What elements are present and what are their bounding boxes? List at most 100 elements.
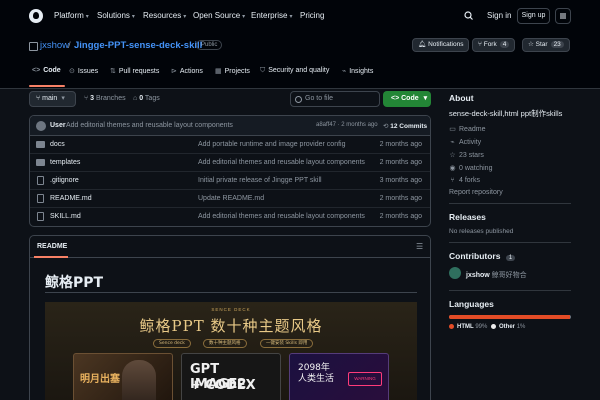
banner-chip: 数十种主题风格 [203,339,247,348]
report-repository-link[interactable]: Report repository [449,189,503,196]
nav-platform[interactable]: Platform ▾ [54,11,89,20]
nav-resources[interactable]: Resources ▾ [143,11,186,20]
latest-commit-row: User Add editorial themes and reusable l… [30,116,430,136]
tab-projects[interactable]: ▦ Projects [215,67,250,75]
outline-icon[interactable]: ☰ [416,242,423,251]
banner-chip: 一键安装 Skills 即用 [260,339,314,348]
repo-name-link[interactable]: Jingge-PPT-sense-deck-skill [74,40,202,51]
search-button[interactable] [461,8,477,24]
branch-name: main [42,95,58,102]
code-icon: <> [391,95,402,102]
commit-message[interactable]: Add editorial themes and reusable layout… [66,122,233,129]
tab-insights[interactable]: ⌁ Insights [342,67,373,75]
table-row[interactable]: .gitignore Initial private release of Ji… [30,172,430,190]
table-row[interactable]: SKILL.md Add editorial themes and reusab… [30,208,430,226]
chevron-down-icon: ▾ [131,14,135,20]
language-other[interactable]: Other 1% [491,324,525,330]
repo-owner-link[interactable]: jxshow [40,40,69,51]
contributors-heading-label: Contributors [449,251,501,261]
branch-selector[interactable]: ⑂ main ▾ [29,91,76,107]
banner-card: 2098年 人类生活 WARNING [289,353,389,400]
about-heading: About [449,93,474,103]
nav-enterprise[interactable]: Enterprise ▾ [251,11,292,20]
star-button[interactable]: ☆ Star 23 [522,38,570,52]
file-commit-message[interactable]: Add editorial themes and reusable layout… [198,213,365,220]
commit-author[interactable]: User [50,122,66,129]
tags-label: Tags [144,95,160,102]
nav-solutions[interactable]: Solutions ▾ [97,11,135,20]
tab-label: Insights [349,68,374,75]
stars-link[interactable]: ☆ 23 stars [449,151,484,159]
watching-link[interactable]: ◉ 0 watching [449,164,492,172]
go-to-file-input[interactable]: Go to file [290,91,380,107]
releases-text: No releases published [449,228,514,235]
tab-issues[interactable]: ⊙ Issues [69,67,98,75]
commits-label: 12 Commits [390,123,428,130]
forks-link[interactable]: ⑂ 4 forks [449,177,480,184]
releases-heading[interactable]: Releases [449,212,486,222]
readme-link[interactable]: ▭ Readme [449,125,485,133]
file-table: User Add editorial themes and reusable l… [29,115,431,227]
avatar[interactable] [36,121,46,131]
avatar[interactable] [449,267,461,279]
tab-code[interactable]: <> Code [32,67,61,74]
menu-button[interactable] [555,8,571,24]
file-commit-message[interactable]: Update README.md [198,195,264,202]
contributor-item[interactable]: jxshow 鲸哥好物合 [466,270,527,280]
tags-count: 0 [139,95,144,102]
readme-tab[interactable]: README [37,243,67,250]
file-time: 2 months ago [379,141,422,148]
bell-icon: 🔔︎ [418,41,429,48]
file-commit-message[interactable]: Add editorial themes and reusable layout… [198,159,365,166]
file-time: 2 months ago [379,195,422,202]
fork-count: 4 [499,41,510,48]
tab-label: Pull requests [118,68,160,75]
file-icon [37,194,44,203]
contributors-count: 1 [505,255,516,261]
divider [449,290,571,291]
sign-up-button[interactable]: Sign up [517,8,550,24]
sign-in-link[interactable]: Sign in [487,11,511,20]
nav-open-source[interactable]: Open Source ▾ [193,11,245,20]
contributors-heading[interactable]: Contributors 1 [449,251,516,261]
contributor-name: jxshow [466,272,490,279]
active-tab-indicator [29,85,65,87]
file-name[interactable]: templates [50,159,80,166]
tab-label: Projects [224,68,250,75]
file-icon [37,176,44,185]
chevron-down-icon: ▾ [61,95,65,102]
tab-label: Code [43,67,61,74]
branches-link[interactable]: ⑂ 3 Branches [84,95,126,102]
table-row[interactable]: docs Add portable runtime and image prov… [30,136,430,154]
file-name[interactable]: .gitignore [50,177,79,184]
tab-pull-requests[interactable]: ⇅ Pull requests [110,67,159,75]
file-icon [37,212,44,221]
file-commit-message[interactable]: Initial private release of Jingge PPT sk… [198,177,322,184]
github-logo-icon[interactable] [29,9,43,23]
fork-label: Fork [483,41,497,48]
commits-link[interactable]: ⟲ 12 Commits [383,122,427,130]
commit-hash-time[interactable]: a8aff47 · 2 months ago [316,122,378,128]
book-icon: ▭ [449,126,456,133]
table-row[interactable]: templates Add editorial themes and reusa… [30,154,430,172]
file-name[interactable]: README.md [50,195,92,202]
tags-link[interactable]: ⌂ 0 Tags [133,95,160,102]
divider [449,203,571,204]
activity-link[interactable]: ⌁ Activity [449,138,481,146]
visibility-badge: Public [196,40,223,50]
contributor-alias: 鲸哥好物合 [491,272,527,279]
table-row[interactable]: README.md Update README.md 2 months ago [30,190,430,208]
tab-security[interactable]: ⛉ Security and quality [260,67,329,75]
fork-button[interactable]: ⑂ Fork 4 [472,38,516,52]
code-button[interactable]: <> Code ▾ [383,91,431,107]
file-name[interactable]: SKILL.md [50,213,81,220]
star-icon: ☆ [528,41,536,48]
play-icon: ⊳ [171,68,177,75]
tab-actions[interactable]: ⊳ Actions [171,67,203,75]
search-icon [464,11,473,20]
file-name[interactable]: docs [50,141,65,148]
file-commit-message[interactable]: Add portable runtime and image provider … [198,141,345,148]
language-html[interactable]: HTML 99% [449,324,487,330]
nav-pricing[interactable]: Pricing [300,11,324,20]
notifications-button[interactable]: 🔔︎ Notifications [412,38,470,52]
